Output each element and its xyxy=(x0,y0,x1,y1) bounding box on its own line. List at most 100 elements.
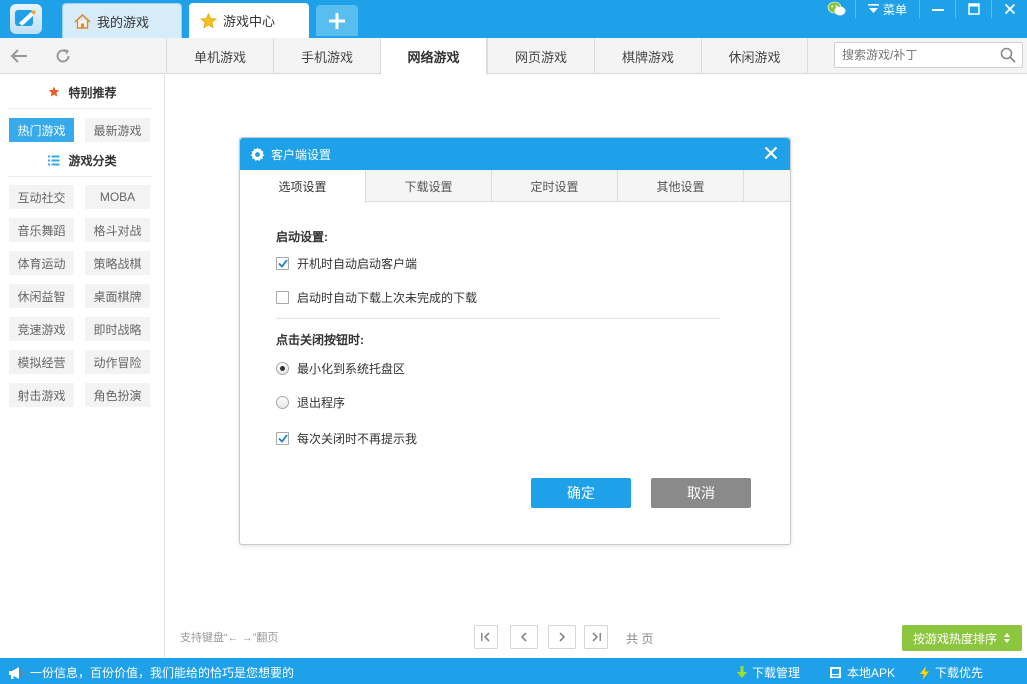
first-page-icon xyxy=(481,632,490,642)
download-arrow-icon xyxy=(737,666,747,678)
refresh-button[interactable] xyxy=(50,44,76,68)
status-message: 一份信息，百份价值，我们能给的恰巧是您想要的 xyxy=(8,664,294,681)
keyboard-hint: 支持键盘“← →”翻页 xyxy=(180,632,279,644)
last-page-button[interactable] xyxy=(584,625,608,649)
search-icon[interactable] xyxy=(1000,47,1016,66)
resume-download-option[interactable]: 启动时自动下载上次未完成的下载 xyxy=(276,289,477,306)
add-tab-button[interactable] xyxy=(316,5,358,36)
tab-my-games[interactable]: 我的游戏 xyxy=(62,3,182,38)
search-input[interactable] xyxy=(835,43,995,67)
minimize-to-tray-radio[interactable] xyxy=(276,362,289,375)
close-icon xyxy=(1004,3,1015,15)
sidebar-item-category[interactable]: 互动社交 xyxy=(9,185,74,209)
minimize-to-tray-option[interactable]: 最小化到系统托盘区 xyxy=(276,360,405,377)
download-manager-button[interactable]: 下载管理 xyxy=(737,664,800,681)
nav-tab-mobile[interactable]: 手机游戏 xyxy=(273,38,380,74)
sidebar-item-category[interactable]: 体育运动 xyxy=(9,251,74,275)
dialog-tab-schedule[interactable]: 定时设置 xyxy=(492,170,618,202)
maximize-icon xyxy=(967,3,980,15)
maximize-button[interactable] xyxy=(955,0,991,18)
window-controls: 菜单 xyxy=(819,0,1027,18)
arrow-left-icon xyxy=(10,49,27,63)
divider xyxy=(8,176,152,177)
wechat-button[interactable] xyxy=(819,0,855,18)
nav-tab-casual[interactable]: 休闲游戏 xyxy=(701,38,808,74)
minimize-button[interactable] xyxy=(919,0,955,18)
nav-tab-online[interactable]: 网络游戏 xyxy=(380,38,487,75)
sidebar-item-category[interactable]: 角色扮演 xyxy=(85,383,150,407)
nav-tab-standalone[interactable]: 单机游戏 xyxy=(166,38,273,74)
sidebar-item-category[interactable]: 射击游戏 xyxy=(9,383,74,407)
next-page-button[interactable] xyxy=(548,625,576,649)
sidebar-item-category[interactable]: 即时战略 xyxy=(85,317,150,341)
no-prompt-option[interactable]: 每次关闭时不再提示我 xyxy=(276,430,417,447)
download-priority-button[interactable]: 下载优先 xyxy=(919,664,983,681)
dialog-tab-options[interactable]: 选项设置 xyxy=(240,170,366,203)
list-icon xyxy=(48,155,60,165)
tab-my-games-label: 我的游戏 xyxy=(97,14,150,30)
check-icon xyxy=(277,434,288,443)
first-page-button[interactable] xyxy=(474,625,498,649)
minimize-to-tray-label: 最小化到系统托盘区 xyxy=(297,362,406,376)
autostart-checkbox[interactable] xyxy=(276,257,289,270)
menu-label: 菜单 xyxy=(882,2,907,17)
dialog-tab-download[interactable]: 下载设置 xyxy=(366,170,492,202)
sidebar-item-category[interactable]: 格斗对战 xyxy=(85,218,150,242)
nav-bar: 单机游戏 手机游戏 网络游戏 网页游戏 棋牌游戏 休闲游戏 xyxy=(0,38,1027,75)
nav-tab-board[interactable]: 棋牌游戏 xyxy=(594,38,701,74)
sidebar-item-category[interactable]: MOBA xyxy=(85,185,150,209)
sort-arrows-icon xyxy=(1004,633,1010,643)
divider xyxy=(276,318,720,319)
dialog-tabs: 选项设置 下载设置 定时设置 其他设置 xyxy=(240,170,790,203)
check-icon xyxy=(277,259,288,268)
nav-tab-web[interactable]: 网页游戏 xyxy=(487,38,594,74)
star-icon xyxy=(49,86,60,97)
exit-program-label: 退出程序 xyxy=(297,396,346,410)
exit-program-option[interactable]: 退出程序 xyxy=(276,394,345,411)
recommend-title-label: 特别推荐 xyxy=(68,85,117,100)
exit-program-radio[interactable] xyxy=(276,396,289,409)
ok-button[interactable]: 确定 xyxy=(531,478,631,508)
sidebar-item-category[interactable]: 音乐舞蹈 xyxy=(9,218,74,242)
sidebar-item-category[interactable]: 策略战棋 xyxy=(85,251,150,275)
sidebar-item-hot-games[interactable]: 热门游戏 xyxy=(9,118,74,142)
sidebar-item-category[interactable]: 模拟经营 xyxy=(9,350,74,374)
wechat-icon xyxy=(827,1,846,16)
back-button[interactable] xyxy=(6,44,32,68)
download-manager-label: 下载管理 xyxy=(752,666,801,680)
autostart-option[interactable]: 开机时自动启动客户端 xyxy=(276,255,417,272)
dialog-title: 客户端设置 xyxy=(271,147,332,162)
close-window-button[interactable] xyxy=(991,0,1027,18)
star-icon xyxy=(199,12,217,30)
sidebar-item-category[interactable]: 竞速游戏 xyxy=(9,317,74,341)
sidebar-item-category[interactable]: 桌面棋牌 xyxy=(85,284,150,308)
menu-button[interactable]: 菜单 xyxy=(855,0,919,18)
resume-download-checkbox[interactable] xyxy=(276,291,289,304)
dialog-tab-other[interactable]: 其他设置 xyxy=(618,170,744,202)
sidebar-item-category[interactable]: 动作冒险 xyxy=(85,350,150,374)
sidebar-item-category[interactable]: 休闲益智 xyxy=(9,284,74,308)
no-prompt-checkbox[interactable] xyxy=(276,432,289,445)
apk-box-icon xyxy=(830,667,841,678)
local-apk-button[interactable]: 本地APK xyxy=(829,664,895,681)
category-title-label: 游戏分类 xyxy=(68,153,117,168)
tab-game-center[interactable]: 游戏中心 xyxy=(189,3,309,38)
close-behavior-heading: 点击关闭按钮时: xyxy=(276,333,364,347)
settings-dialog: 客户端设置 选项设置 下载设置 定时设置 其他设置 启动设置: 开机时自动启动客… xyxy=(239,137,791,545)
sort-by-popularity-button[interactable]: 按游戏热度排序 xyxy=(902,625,1022,651)
dialog-close-button[interactable] xyxy=(762,144,780,162)
menu-arrow-icon xyxy=(867,4,879,13)
app-logo[interactable] xyxy=(10,4,42,34)
cancel-button[interactable]: 取消 xyxy=(651,478,751,508)
chevron-right-icon xyxy=(559,632,566,642)
sidebar-item-new-games[interactable]: 最新游戏 xyxy=(85,118,150,142)
status-bar: 一份信息，百份价值，我们能给的恰巧是您想要的 下载管理 本地APK 下载优先 xyxy=(0,658,1027,684)
download-priority-label: 下载优先 xyxy=(935,666,984,680)
sidebar: 特别推荐 热门游戏 最新游戏 游戏分类 互动社交 MOBA 音乐舞蹈 格斗对战 … xyxy=(0,75,165,658)
refresh-icon xyxy=(56,49,70,63)
search-box xyxy=(834,42,1023,68)
prev-page-button[interactable] xyxy=(510,625,538,649)
sort-label: 按游戏热度排序 xyxy=(912,631,997,646)
category-section-title: 游戏分类 xyxy=(0,151,165,169)
close-icon xyxy=(764,146,778,160)
